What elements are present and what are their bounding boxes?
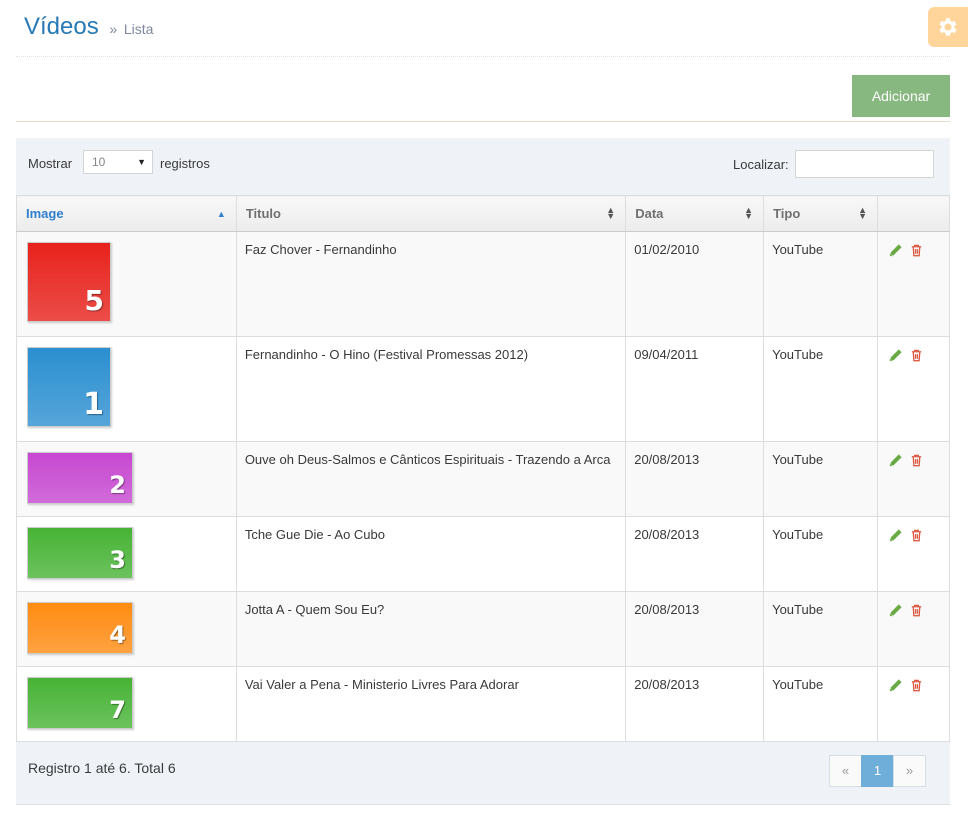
trash-icon[interactable] <box>909 243 924 258</box>
date-cell: 20/08/2013 <box>625 441 765 517</box>
column-header-type[interactable]: Tipo ▲ ▼ <box>763 195 878 232</box>
pagination-page[interactable]: 1 <box>861 755 894 787</box>
chevron-down-icon: ▼ <box>137 157 146 167</box>
column-header-title[interactable]: Titulo ▲ ▼ <box>235 195 627 232</box>
video-thumbnail[interactable]: 7 <box>27 677 133 729</box>
column-header-actions <box>877 195 950 232</box>
trash-icon[interactable] <box>909 603 924 618</box>
page-title-text: Vídeos <box>24 13 99 40</box>
date-cell: 20/08/2013 <box>625 666 765 742</box>
type-cell: YouTube <box>763 516 878 592</box>
thumbnail-number: 7 <box>109 696 126 724</box>
pencil-icon[interactable] <box>888 528 903 543</box>
pencil-icon[interactable] <box>888 678 903 693</box>
column-header-label: Titulo <box>245 206 281 221</box>
date-cell: 20/08/2013 <box>625 591 765 667</box>
image-cell: 1 <box>16 336 237 442</box>
type-cell: YouTube <box>763 336 878 442</box>
thumbnail-number: 3 <box>109 546 126 574</box>
sort-icon: ▲ ▼ <box>606 205 616 221</box>
column-header-label: Data <box>635 206 664 221</box>
trash-icon[interactable] <box>909 453 924 468</box>
thumbnail-number: 4 <box>109 621 126 649</box>
page-size-value: 10 <box>92 155 106 169</box>
column-header-image[interactable]: Image ▲ <box>16 195 237 232</box>
title-cell: Fernandinho - O Hino (Festival Promessas… <box>235 336 627 442</box>
title-cell: Faz Chover - Fernandinho <box>235 231 627 337</box>
actions-cell <box>877 231 950 337</box>
add-button[interactable]: Adicionar <box>852 75 950 117</box>
trash-icon[interactable] <box>909 348 924 363</box>
sort-icon: ▲ ▼ <box>744 205 754 221</box>
image-cell: 3 <box>16 516 237 592</box>
thumbnail-number: 5 <box>84 284 104 317</box>
video-thumbnail[interactable]: 2 <box>27 452 133 504</box>
video-thumbnail[interactable]: 1 <box>27 347 111 427</box>
table-row: 3 Tche Gue Die - Ao Cubo 20/08/2013 YouTube <box>16 516 950 592</box>
thumbnail-number: 1 <box>83 387 104 422</box>
pencil-icon[interactable] <box>888 243 903 258</box>
pencil-icon[interactable] <box>888 603 903 618</box>
pencil-icon[interactable] <box>888 453 903 468</box>
table-footer: Registro 1 até 6. Total 6 « 1 » <box>16 742 950 804</box>
table-row: 4 Jotta A - Quem Sou Eu? 20/08/2013 YouTube <box>16 591 950 667</box>
table-row: 5 Faz Chover - Fernandinho 01/02/2010 YouTu… <box>16 231 950 337</box>
column-header-label: Image <box>26 206 64 221</box>
sort-asc-icon: ▲ <box>216 209 226 219</box>
date-cell: 01/02/2010 <box>625 231 765 337</box>
video-thumbnail[interactable]: 4 <box>27 602 133 654</box>
trash-icon[interactable] <box>909 528 924 543</box>
page-header: Vídeos » Lista <box>16 0 950 57</box>
table-row: 1 Fernandinho - O Hino (Festival Promessa… <box>16 336 950 442</box>
video-thumbnail[interactable]: 5 <box>27 242 111 322</box>
table-controls: Mostrar 10 ▼ registros Localizar: <box>16 138 950 195</box>
records-info: Registro 1 até 6. Total 6 <box>28 760 176 776</box>
sort-icon: ▲ ▼ <box>858 205 867 221</box>
type-cell: YouTube <box>763 591 878 667</box>
thumbnail-number: 2 <box>109 471 126 499</box>
table-row: 2 Ouve oh Deus-Salmos e Cânticos Espiritu… <box>16 441 950 517</box>
image-cell: 2 <box>16 441 237 517</box>
table-header-row: Image ▲ Titulo ▲ ▼ Data ▲ ▼ Tipo ▲ ▼ <box>16 195 950 232</box>
page-size-select[interactable]: 10 ▼ <box>83 150 153 174</box>
actions-cell <box>877 591 950 667</box>
image-cell: 7 <box>16 666 237 742</box>
gear-icon <box>939 18 957 36</box>
page-subtitle: Lista <box>123 21 154 37</box>
type-cell: YouTube <box>763 441 878 517</box>
videos-table: Image ▲ Titulo ▲ ▼ Data ▲ ▼ Tipo ▲ ▼ 5 Faz C… <box>16 195 950 742</box>
title-cell: Tche Gue Die - Ao Cubo <box>235 516 627 592</box>
breadcrumb-separator: » <box>109 21 118 37</box>
type-cell: YouTube <box>763 666 878 742</box>
search-label: Localizar: <box>733 157 789 172</box>
column-header-date[interactable]: Data ▲ ▼ <box>625 195 765 232</box>
search-input[interactable] <box>795 150 934 178</box>
records-label: registros <box>160 156 210 171</box>
video-thumbnail[interactable]: 3 <box>27 527 133 579</box>
actions-cell <box>877 516 950 592</box>
actions-cell <box>877 441 950 517</box>
page-title: Vídeos » Lista <box>24 13 153 41</box>
title-cell: Vai Valer a Pena - Ministerio Livres Par… <box>235 666 627 742</box>
type-cell: YouTube <box>763 231 878 337</box>
toolbar: Adicionar <box>16 58 950 122</box>
image-cell: 5 <box>16 231 237 337</box>
pagination-next[interactable]: » <box>893 755 926 787</box>
settings-button[interactable] <box>928 7 968 47</box>
date-cell: 09/04/2011 <box>625 336 765 442</box>
title-cell: Jotta A - Quem Sou Eu? <box>235 591 627 667</box>
image-cell: 4 <box>16 591 237 667</box>
title-cell: Ouve oh Deus-Salmos e Cânticos Espiritua… <box>235 441 627 517</box>
actions-cell <box>877 666 950 742</box>
table-row: 7 Vai Valer a Pena - Ministerio Livres Pa… <box>16 666 950 742</box>
trash-icon[interactable] <box>909 678 924 693</box>
column-header-label: Tipo <box>773 206 801 221</box>
actions-cell <box>877 336 950 442</box>
date-cell: 20/08/2013 <box>625 516 765 592</box>
pencil-icon[interactable] <box>888 348 903 363</box>
videos-table-panel: Mostrar 10 ▼ registros Localizar: Image … <box>16 138 950 805</box>
pagination: « 1 » <box>829 755 926 787</box>
pagination-prev[interactable]: « <box>829 755 862 787</box>
page-size-label: Mostrar <box>28 156 73 171</box>
